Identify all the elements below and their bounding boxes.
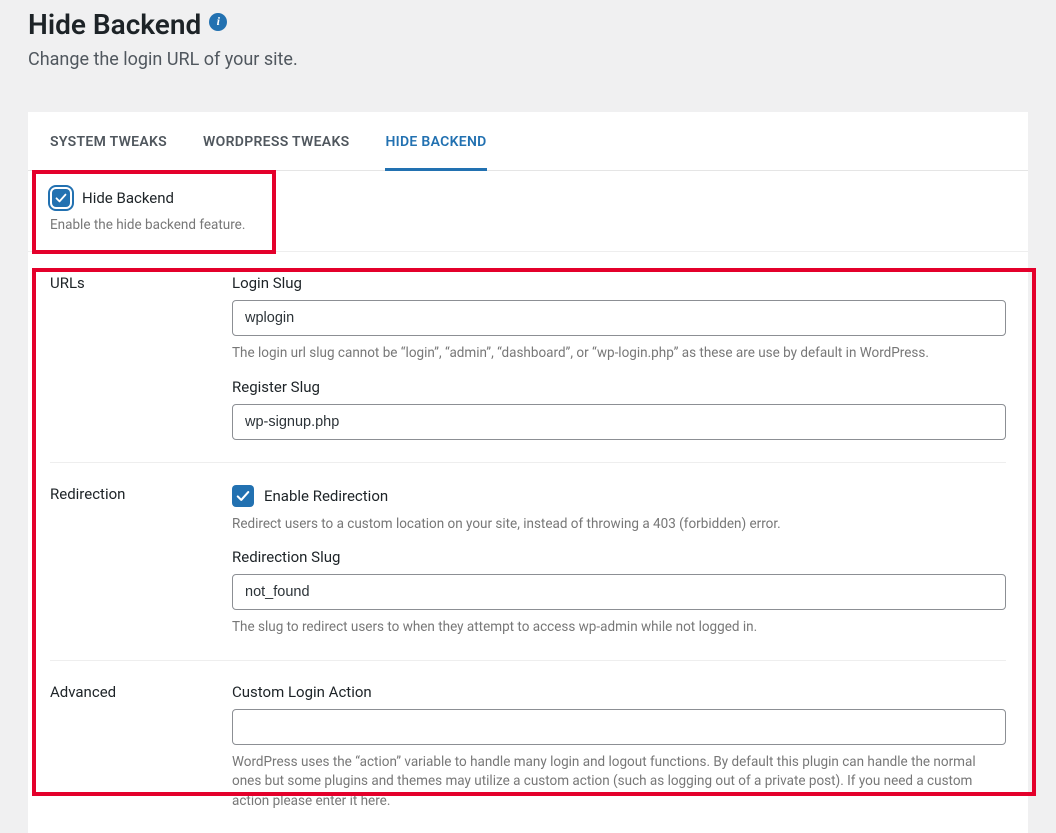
custom-login-action-input[interactable]	[232, 709, 1006, 745]
page-subtitle: Change the login URL of your site.	[28, 49, 1028, 70]
check-icon	[55, 192, 67, 204]
redirection-slug-label: Redirection Slug	[232, 548, 1006, 566]
tab-hide-backend[interactable]: HIDE BACKEND	[385, 112, 486, 171]
page-title-text: Hide Backend	[28, 8, 201, 41]
group-advanced: Advanced Custom Login Action WordPress u…	[50, 661, 1006, 833]
group-urls: URLs Login Slug The login url slug canno…	[50, 252, 1006, 463]
group-redirection-title: Redirection	[50, 485, 232, 638]
redirection-slug-input[interactable]	[232, 574, 1006, 610]
register-slug-label: Register Slug	[232, 378, 1006, 396]
info-icon[interactable]: i	[209, 13, 227, 31]
settings-panel: SYSTEM TWEAKS WORDPRESS TWEAKS HIDE BACK…	[28, 112, 1028, 833]
group-advanced-title: Advanced	[50, 683, 232, 812]
group-urls-title: URLs	[50, 274, 232, 440]
page-title: Hide Backend i	[28, 8, 227, 41]
hide-backend-checkbox[interactable]	[52, 189, 70, 207]
enable-redirection-help: Redirect users to a custom location on y…	[232, 515, 1006, 535]
check-icon	[236, 489, 250, 503]
enable-redirection-checkbox[interactable]	[232, 485, 254, 507]
register-slug-input[interactable]	[232, 404, 1006, 440]
custom-login-action-help: WordPress uses the “action” variable to …	[232, 753, 1006, 812]
tab-system-tweaks[interactable]: SYSTEM TWEAKS	[50, 112, 167, 171]
login-slug-input[interactable]	[232, 300, 1006, 336]
redirection-slug-help: The slug to redirect users to when they …	[232, 618, 1006, 638]
tab-wordpress-tweaks[interactable]: WORDPRESS TWEAKS	[203, 112, 349, 171]
hide-backend-desc: Enable the hide backend feature.	[50, 217, 1006, 233]
tabs: SYSTEM TWEAKS WORDPRESS TWEAKS HIDE BACK…	[28, 112, 1028, 171]
login-slug-label: Login Slug	[232, 274, 1006, 292]
login-slug-help: The login url slug cannot be “login”, “a…	[232, 344, 1006, 364]
hide-backend-checkbox-label: Hide Backend	[82, 189, 174, 207]
hide-backend-section: Hide Backend Enable the hide backend fea…	[28, 171, 1028, 252]
group-redirection: Redirection Enable Redirection Redirect …	[50, 463, 1006, 661]
enable-redirection-label: Enable Redirection	[264, 487, 388, 505]
custom-login-action-label: Custom Login Action	[232, 683, 1006, 701]
